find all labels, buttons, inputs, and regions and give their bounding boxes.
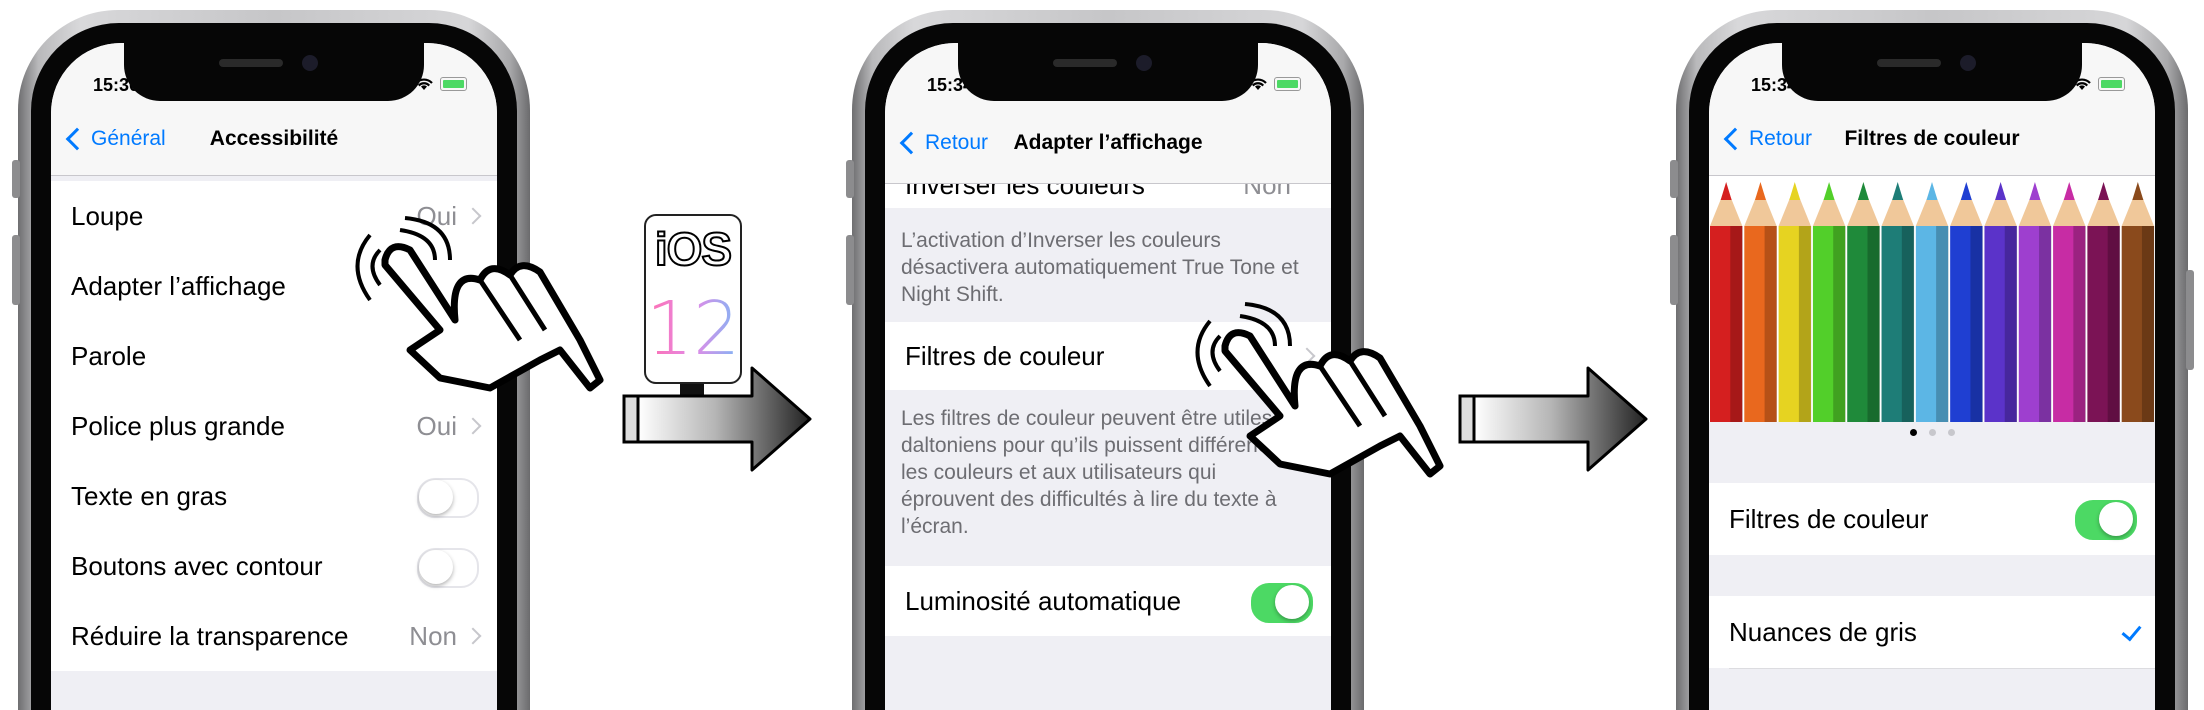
side-button: [846, 235, 854, 305]
notch: [1782, 43, 2082, 101]
pencil: [1984, 182, 2018, 422]
page-dot[interactable]: [1928, 429, 1936, 436]
settings-row-value: Non: [409, 620, 457, 651]
checkmark-icon: [2121, 620, 2142, 642]
settings-row-label: Parole: [71, 340, 147, 371]
settings-row-label: Adapter l’affichage: [71, 270, 286, 301]
pencil: [1881, 182, 1915, 422]
ios-12-badge: iOS 12: [644, 214, 742, 396]
pencil: [1847, 182, 1880, 422]
pencil: [2121, 182, 2155, 422]
pencil: [1778, 182, 1812, 422]
battery-icon: [2098, 77, 2125, 91]
settings-row-label: Texte en gras: [71, 480, 228, 511]
color-filters-label: Filtres de couleur: [905, 340, 1105, 371]
color-pencils-image: [1710, 182, 2155, 422]
side-button: [12, 160, 20, 198]
page-title: Filtres de couleur: [1844, 127, 2020, 150]
navigation-bar: Retour Adapter l’affichage: [885, 103, 1331, 184]
color-pencils-preview[interactable]: [1709, 176, 2155, 422]
navigation-bar: Retour Filtres de couleur: [1709, 103, 2155, 176]
pencil: [1812, 182, 1846, 422]
battery-icon: [1274, 77, 1301, 91]
settings-row-label: Loupe: [71, 200, 144, 231]
side-button: [846, 160, 854, 198]
side-button: [2186, 270, 2194, 370]
settings-row-label: Réduire la transparence: [71, 620, 349, 651]
pencil: [1744, 182, 1777, 422]
pencil: [2018, 182, 2052, 422]
option-row-grayscale[interactable]: Nuances de gris: [1709, 596, 2155, 668]
navigation-bar: Général Accessibilité: [51, 103, 497, 176]
notch: [958, 43, 1258, 101]
pencil: [1915, 182, 1949, 422]
settings-row: Texte en gras: [51, 461, 497, 531]
page-title: Accessibilité: [209, 127, 339, 150]
tap-hand-icon: [355, 216, 604, 392]
settings-toggle[interactable]: [417, 548, 479, 588]
color-filters-toggle[interactable]: [2075, 500, 2137, 540]
page-dot[interactable]: [1947, 429, 1955, 436]
ios-version: 12: [646, 286, 741, 372]
settings-row-label: Police plus grande: [71, 410, 285, 441]
option-label: Nuances de gris: [1729, 616, 1917, 647]
page-dot[interactable]: [1909, 429, 1917, 436]
chevron-right-icon: [464, 627, 482, 645]
ios-label: iOS: [654, 222, 733, 276]
page-indicator[interactable]: [1709, 429, 2155, 436]
invert-colors-label: Inverser les couleurs: [905, 184, 1145, 200]
page-title: Adapter l’affichage: [1013, 131, 1203, 154]
side-button: [1670, 160, 1678, 198]
settings-row-label: Boutons avec contour: [71, 550, 323, 581]
tap-hand-icon: [1195, 302, 1444, 478]
phone-3: 15:34 Retour Filtres de couleur Filtres …: [1670, 10, 2194, 710]
pencil: [2087, 182, 2121, 422]
battery-icon: [440, 77, 467, 91]
pencil: [2053, 182, 2086, 422]
settings-toggle[interactable]: [417, 478, 479, 518]
arrow-right-icon: [622, 366, 812, 472]
side-button: [1670, 235, 1678, 305]
invert-colors-value: Non: [1243, 184, 1291, 200]
notch: [124, 43, 424, 101]
settings-row[interactable]: Réduire la transparence Non: [51, 601, 497, 671]
side-button: [12, 235, 20, 305]
screen-color-filters: 15:34 Retour Filtres de couleur Filtres …: [1709, 43, 2155, 710]
auto-brightness-label: Luminosité automatique: [905, 585, 1182, 616]
invert-colors-row[interactable]: Inverser les couleurs Non: [885, 184, 1331, 208]
auto-brightness-row: Luminosité automatique: [885, 566, 1331, 636]
auto-brightness-toggle[interactable]: [1251, 583, 1313, 623]
pencil: [1710, 182, 1743, 422]
color-filters-row: Filtres de couleur: [1709, 483, 2155, 555]
color-filters-label: Filtres de couleur: [1729, 503, 1929, 534]
arrow-right-icon: [1458, 366, 1648, 472]
settings-row: Boutons avec contour: [51, 531, 497, 601]
pencil: [1950, 182, 1983, 422]
phone-bezel: 15:34 Retour Filtres de couleur Filtres …: [1689, 23, 2175, 710]
chevron-right-icon: [464, 417, 482, 435]
